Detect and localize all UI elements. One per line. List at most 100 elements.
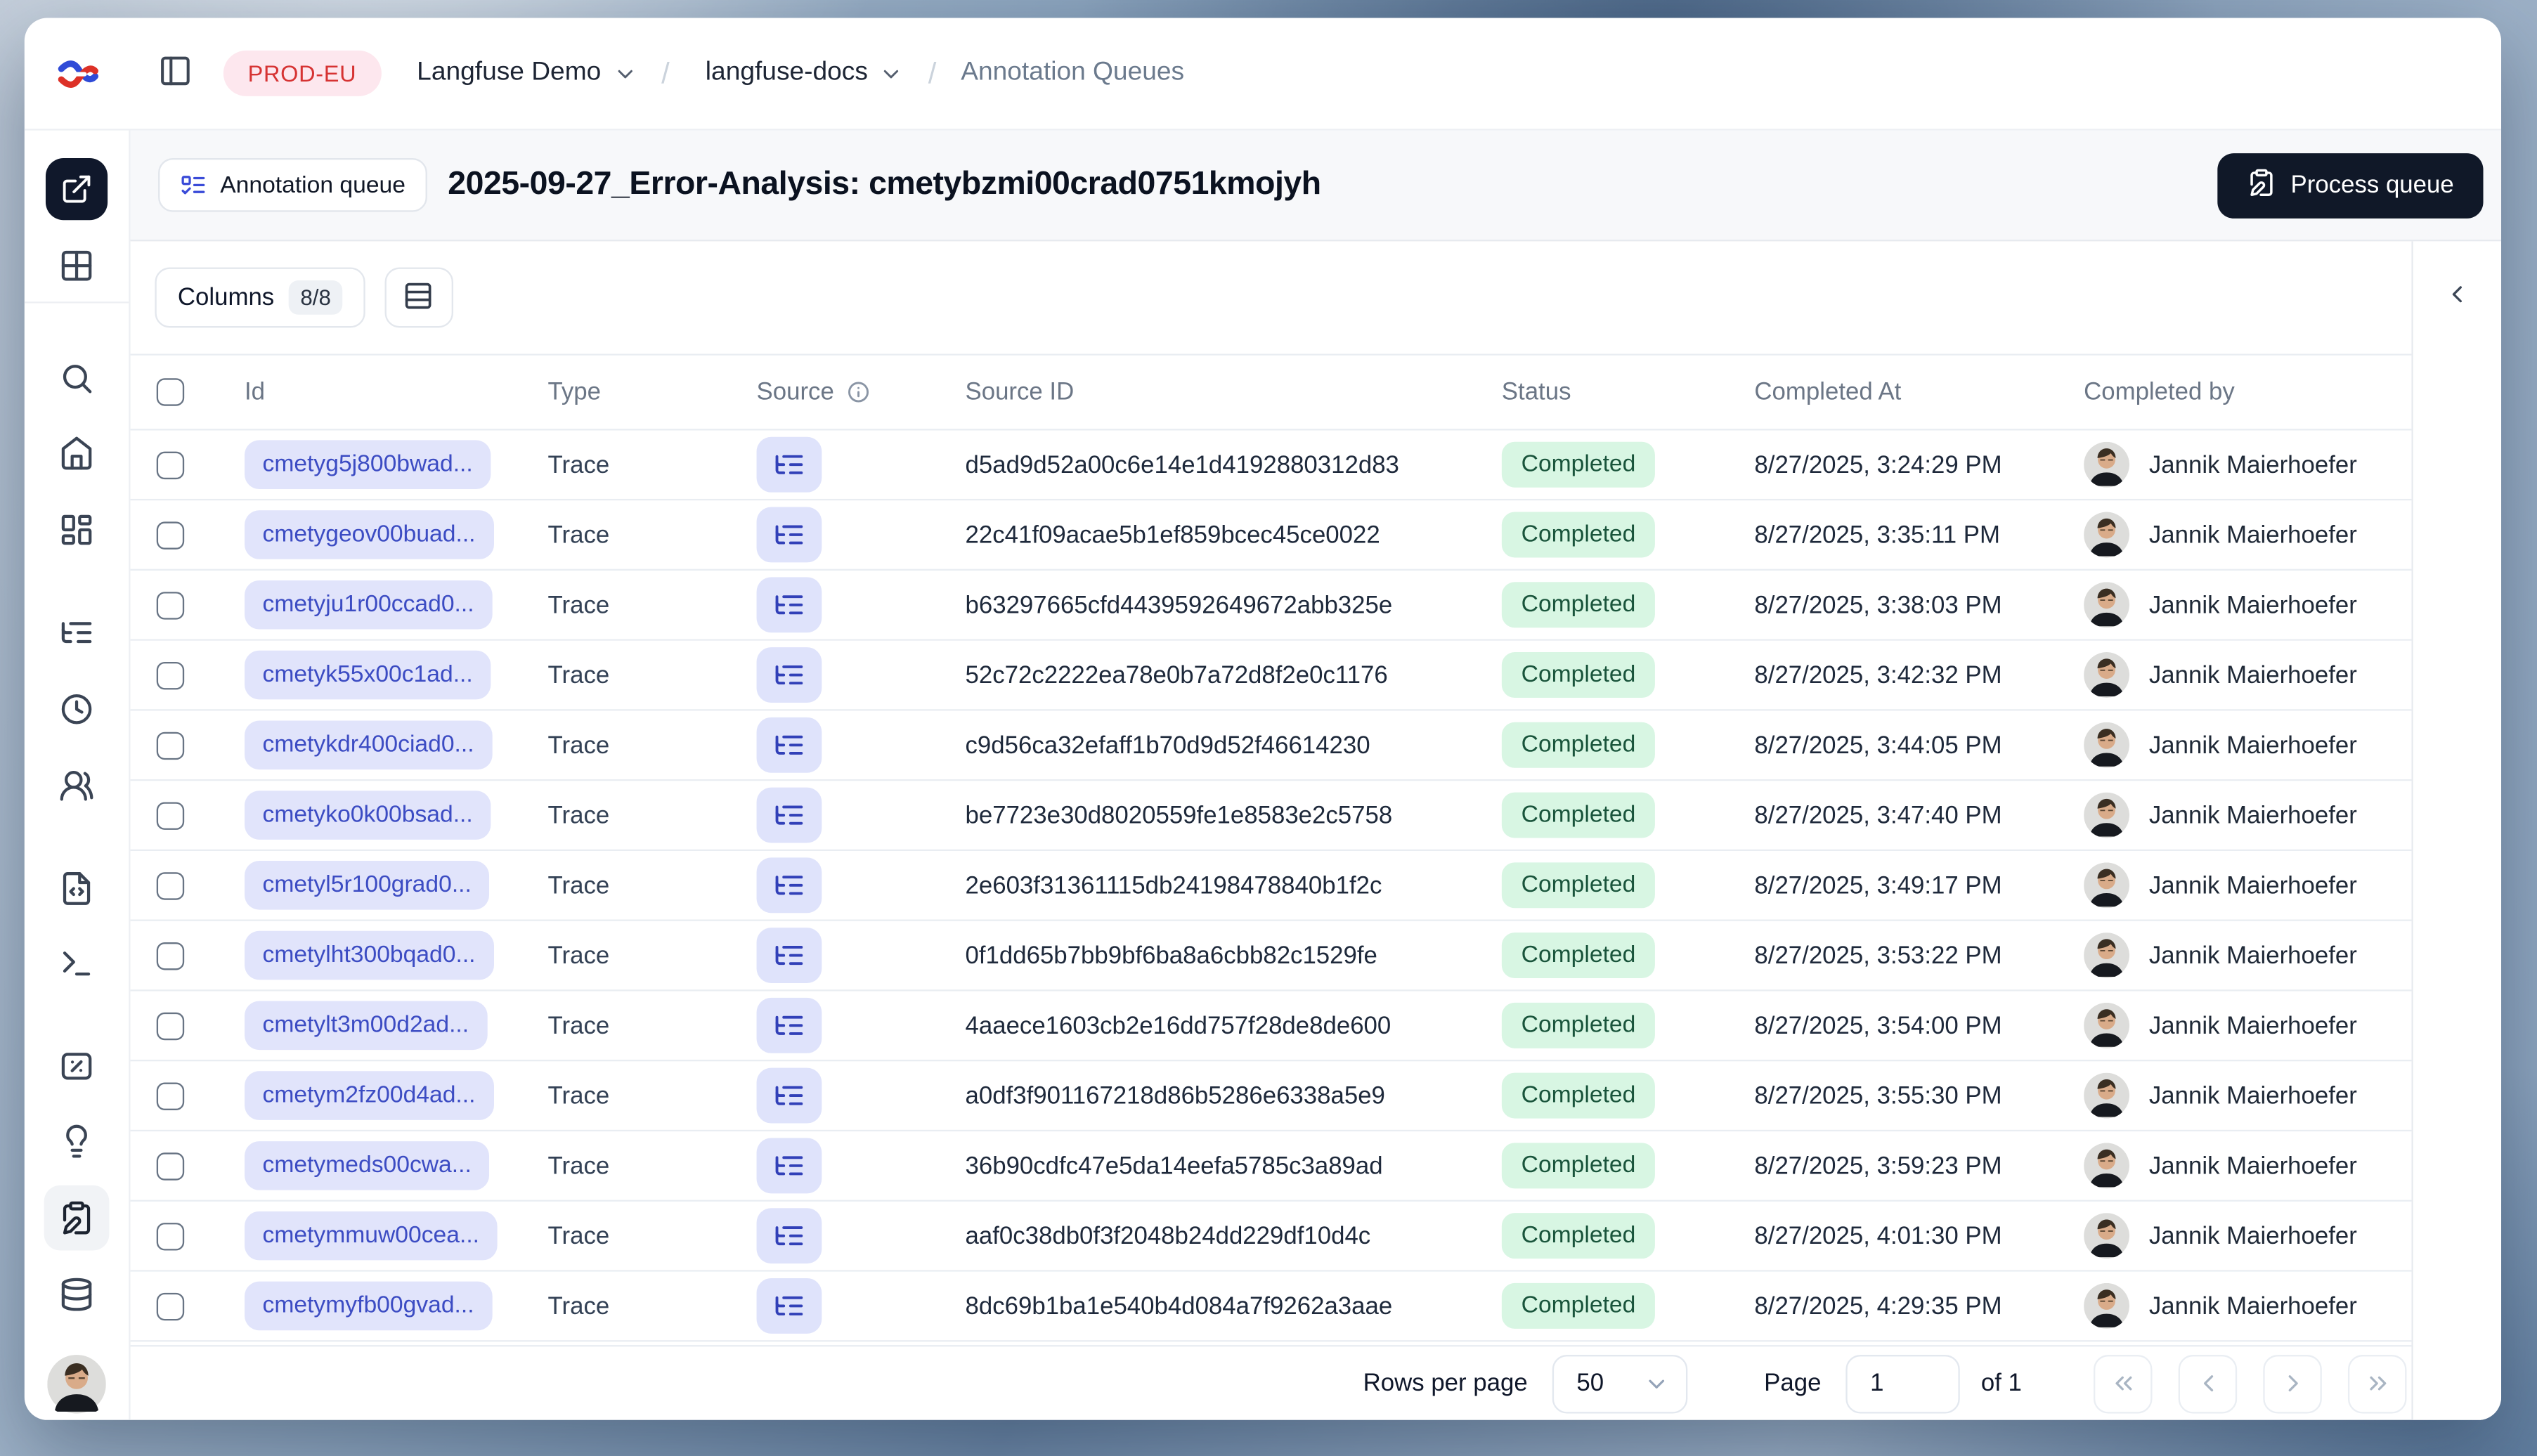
page-number-input[interactable]: [1845, 1353, 1960, 1413]
row-checkbox[interactable]: [156, 1011, 185, 1040]
environment-badge[interactable]: PROD-EU: [223, 50, 382, 96]
chevrons-right-page-button[interactable]: [2347, 1353, 2407, 1413]
source-trace-link[interactable]: [756, 436, 822, 493]
page-label: Page: [1764, 1369, 1822, 1398]
chevron-left-page-button[interactable]: [2178, 1353, 2238, 1413]
sidebar-item-clock-icon[interactable]: [59, 691, 95, 727]
source-trace-link[interactable]: [756, 1067, 822, 1124]
rows-per-page-select[interactable]: 50: [1552, 1353, 1688, 1413]
chevron-right-page-button[interactable]: [2263, 1353, 2322, 1413]
process-queue-button[interactable]: Process queue: [2217, 152, 2484, 218]
source-trace-link[interactable]: [756, 717, 822, 773]
select-all-checkbox[interactable]: [156, 378, 185, 406]
item-id-link[interactable]: cmetylht300bqad0...: [245, 930, 494, 980]
item-id-link[interactable]: cmetyk55x00c1ad...: [245, 650, 491, 700]
item-id-link[interactable]: cmetykdr400ciad0...: [245, 720, 493, 770]
item-id-link[interactable]: cmetygeov00buad...: [245, 510, 494, 559]
item-id-link[interactable]: cmetyg5j800bwad...: [245, 440, 491, 490]
table-row[interactable]: cmetyko0k00bsad... Trace be7723e30d8020559…: [130, 781, 2412, 852]
table-row[interactable]: cmetyl5r100grad0... Trace 2e603f31361115db…: [130, 851, 2412, 921]
source-trace-link[interactable]: [756, 1138, 822, 1194]
row-checkbox[interactable]: [156, 871, 185, 899]
table-row[interactable]: cmetymyfb00gvad... Trace 8dc69b1ba1e540b4d…: [130, 1271, 2412, 1342]
item-id-link[interactable]: cmetym2fz00d4ad...: [245, 1071, 494, 1120]
completed-by-name: Jannik Maierhoefer: [2148, 871, 2357, 899]
row-checkbox[interactable]: [156, 1081, 185, 1110]
table-row[interactable]: cmetymeds00cwa... Trace 36b90cdfc47e5da14e…: [130, 1131, 2412, 1202]
row-checkbox[interactable]: [156, 661, 185, 689]
sidebar-item-square-percent-icon[interactable]: [59, 1048, 95, 1084]
collapse-panel-button[interactable]: [2444, 280, 2471, 313]
source-trace-link[interactable]: [756, 507, 822, 563]
row-checkbox[interactable]: [156, 1152, 185, 1180]
table-row[interactable]: cmetyg5j800bwad... Trace d5ad9d52a00c6e14e…: [130, 430, 2412, 501]
user-avatar[interactable]: [47, 1355, 106, 1414]
source-trace-link[interactable]: [756, 647, 822, 703]
app-window: PROD-EU Langfuse Demo / langfuse-docs / …: [24, 18, 2502, 1420]
row-height-button[interactable]: [384, 267, 453, 328]
table-row[interactable]: cmetylht300bqad0... Trace 0f1dd65b7bb9bf6b…: [130, 921, 2412, 992]
item-id-link[interactable]: cmetyko0k00bsad...: [245, 791, 491, 840]
org-switcher[interactable]: Langfuse Demo: [417, 59, 637, 89]
table-row[interactable]: cmetymmuw00cea... Trace aaf0c38db0f3f2048b…: [130, 1201, 2412, 1272]
table-header-row: Id Type Source Source ID Status Complete…: [130, 356, 2412, 431]
sidebar-item-clipboard-pen-icon[interactable]: [44, 1185, 110, 1251]
source-trace-link[interactable]: [756, 577, 822, 633]
sidebar-item-users-icon[interactable]: [59, 768, 95, 804]
type-cell: Trace: [547, 591, 610, 619]
project-switcher[interactable]: langfuse-docs: [706, 59, 904, 89]
source-trace-link[interactable]: [756, 787, 822, 843]
table-row[interactable]: cmetylt3m00d2ad... Trace 4aaece1603cb2e16d…: [130, 991, 2412, 1062]
sidebar-item-terminal-icon[interactable]: [59, 946, 95, 982]
table-row[interactable]: cmetyk55x00c1ad... Trace 52c72c2222ea78e0b…: [130, 640, 2412, 711]
item-id-link[interactable]: cmetyl5r100grad0...: [245, 861, 490, 910]
item-id-link[interactable]: cmetymyfb00gvad...: [245, 1281, 493, 1331]
langfuse-knot-logo-icon: [57, 60, 98, 87]
chevrons-left-page-button[interactable]: [2094, 1353, 2153, 1413]
table-row[interactable]: cmetym2fz00d4ad... Trace a0df3f901167218d8…: [130, 1061, 2412, 1132]
table-row[interactable]: cmetygeov00buad... Trace 22c41f09acae5b1ef…: [130, 500, 2412, 571]
table-row[interactable]: cmetykdr400ciad0... Trace c9d56ca32efaff1b…: [130, 710, 2412, 781]
source-id-cell: 52c72c2222ea78e0b7a72d8f2e0c1176: [965, 661, 1388, 689]
table-row[interactable]: cmetyju1r00ccad0... Trace b63297665cfd4439…: [130, 571, 2412, 641]
source-trace-link[interactable]: [756, 928, 822, 984]
chevron-down-icon: [613, 61, 637, 86]
type-cell: Trace: [547, 1152, 610, 1180]
type-cell: Trace: [547, 941, 610, 970]
row-checkbox[interactable]: [156, 801, 185, 829]
type-cell: Trace: [547, 1081, 610, 1110]
row-checkbox[interactable]: [156, 450, 185, 479]
sidebar-item-file-code-icon[interactable]: [59, 871, 95, 906]
row-checkbox[interactable]: [156, 1221, 185, 1250]
completed-by-name: Jannik Maierhoefer: [2148, 1081, 2357, 1110]
row-checkbox[interactable]: [156, 941, 185, 970]
row-checkbox[interactable]: [156, 521, 185, 549]
completed-by-cell: Jannik Maierhoefer: [2084, 932, 2411, 979]
sidebar-item-list-tree-icon[interactable]: [59, 615, 95, 651]
source-trace-link[interactable]: [756, 1278, 822, 1334]
row-checkbox[interactable]: [156, 591, 185, 619]
sidebar-item-external-link-icon[interactable]: [45, 158, 108, 221]
columns-button[interactable]: Columns 8/8: [155, 267, 365, 328]
org-name: Langfuse Demo: [417, 58, 602, 86]
item-id-link[interactable]: cmetylt3m00d2ad...: [245, 1001, 487, 1051]
item-id-link[interactable]: cmetymeds00cwa...: [245, 1141, 490, 1190]
item-id-link[interactable]: cmetyju1r00ccad0...: [245, 580, 493, 630]
source-id-cell: c9d56ca32efaff1b70d9d52f46614230: [965, 731, 1370, 760]
source-trace-link[interactable]: [756, 1208, 822, 1264]
source-trace-link[interactable]: [756, 997, 822, 1053]
item-id-link[interactable]: cmetymmuw00cea...: [245, 1211, 498, 1261]
row-checkbox[interactable]: [156, 731, 185, 760]
completed-by-name: Jannik Maierhoefer: [2148, 801, 2357, 829]
sidebar-item-dashboard-icon[interactable]: [59, 512, 95, 548]
completed-by-name: Jannik Maierhoefer: [2148, 661, 2357, 689]
type-cell: Trace: [547, 801, 610, 829]
sidebar-toggle-button[interactable]: [158, 54, 193, 93]
sidebar-item-grid-icon[interactable]: [59, 248, 95, 284]
sidebar-item-database-icon[interactable]: [59, 1277, 95, 1313]
source-trace-link[interactable]: [756, 857, 822, 914]
sidebar-item-lightbulb-icon[interactable]: [59, 1124, 95, 1159]
sidebar-item-home-icon[interactable]: [59, 435, 95, 471]
sidebar-item-search-icon[interactable]: [59, 360, 95, 396]
row-checkbox[interactable]: [156, 1292, 185, 1320]
